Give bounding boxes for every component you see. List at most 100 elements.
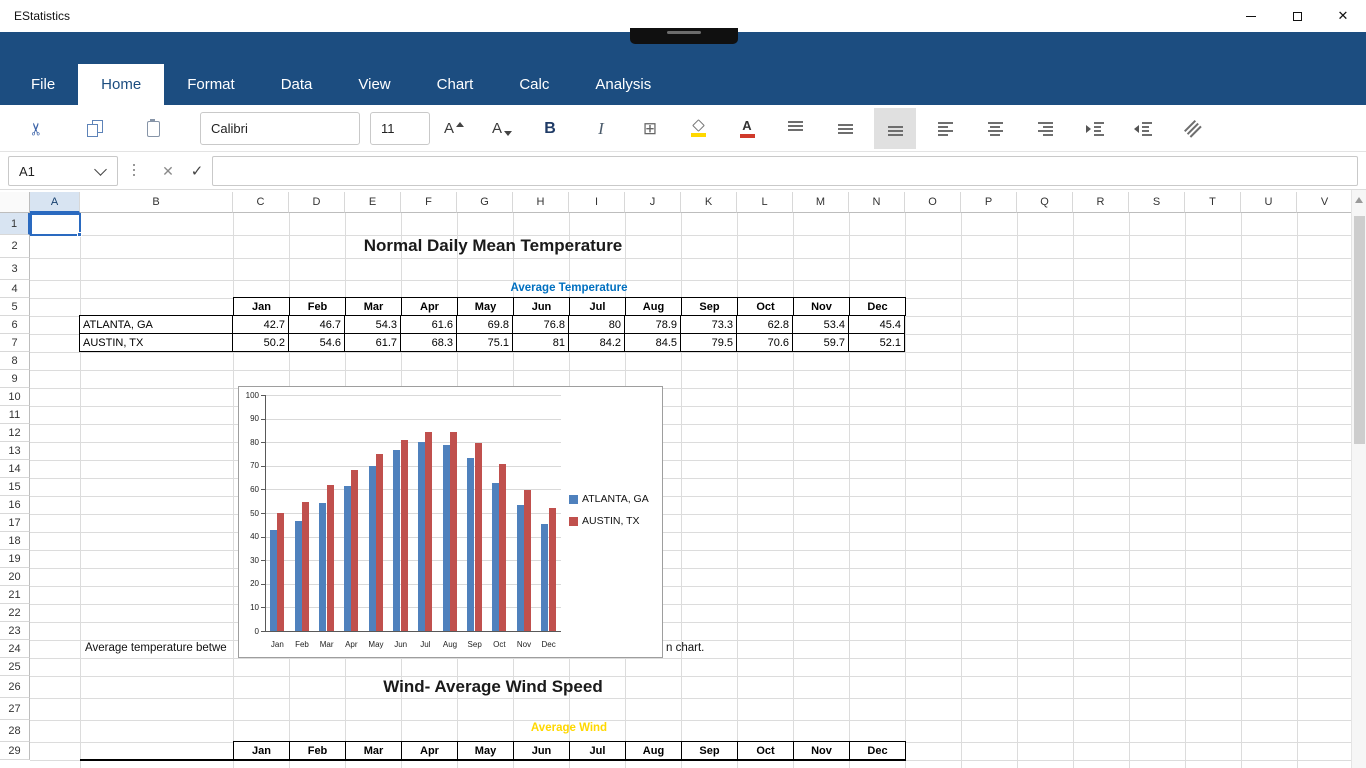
row-header-29[interactable]: 29 bbox=[0, 742, 30, 760]
decrease-font-button[interactable]: A bbox=[481, 108, 523, 149]
formula-input[interactable] bbox=[212, 156, 1358, 186]
month-header-cell[interactable]: Apr bbox=[401, 741, 458, 760]
align-center-button[interactable] bbox=[974, 108, 1016, 149]
text-orientation-button[interactable] bbox=[1171, 108, 1213, 149]
increase-font-button[interactable]: A bbox=[433, 108, 475, 149]
month-header-cell[interactable]: May bbox=[457, 741, 514, 760]
borders-button[interactable]: ⊞ bbox=[629, 108, 671, 149]
menu-tab-analysis[interactable]: Analysis bbox=[572, 64, 674, 105]
minimize-button[interactable] bbox=[1228, 0, 1274, 32]
month-header-cell[interactable]: Nov bbox=[793, 741, 850, 760]
row-header-10[interactable]: 10 bbox=[0, 388, 30, 406]
close-button[interactable]: ✕ bbox=[1320, 0, 1366, 32]
row-header-4[interactable]: 4 bbox=[0, 280, 30, 298]
month-header-cell[interactable]: Jul bbox=[569, 741, 626, 760]
month-header-cell[interactable]: Jun bbox=[513, 741, 570, 760]
month-header-cell[interactable]: Jan bbox=[233, 741, 290, 760]
column-header-U[interactable]: U bbox=[1241, 192, 1297, 213]
table-cell[interactable]: 46.7 bbox=[288, 315, 345, 334]
table-cell[interactable]: 45.4 bbox=[848, 315, 905, 334]
month-header-cell[interactable]: Jan bbox=[233, 297, 290, 316]
row-header-14[interactable]: 14 bbox=[0, 460, 30, 478]
month-header-cell[interactable]: Feb bbox=[289, 741, 346, 760]
row-header-15[interactable]: 15 bbox=[0, 478, 30, 496]
menu-tab-chart[interactable]: Chart bbox=[414, 64, 497, 105]
row-header-11[interactable]: 11 bbox=[0, 406, 30, 424]
month-header-cell[interactable]: Sep bbox=[681, 297, 738, 316]
cancel-button[interactable]: ✕ bbox=[155, 156, 181, 186]
align-top-button[interactable] bbox=[774, 108, 816, 149]
row-header-7[interactable]: 7 bbox=[0, 334, 30, 352]
row-header-12[interactable]: 12 bbox=[0, 424, 30, 442]
temperature-bar-chart[interactable]: 0 10 20 30 40 50 60 70 80 90 100 Jan Feb Mar Apr May Jun… bbox=[238, 386, 663, 658]
column-header-E[interactable]: E bbox=[345, 192, 401, 213]
month-header-cell[interactable]: Oct bbox=[737, 297, 794, 316]
row-header-5[interactable]: 5 bbox=[0, 298, 30, 316]
month-header-cell[interactable]: Dec bbox=[849, 297, 906, 316]
menu-tab-file[interactable]: File bbox=[8, 64, 78, 105]
column-header-N[interactable]: N bbox=[849, 192, 905, 213]
row-header-24[interactable]: 24 bbox=[0, 640, 30, 658]
row-header-17[interactable]: 17 bbox=[0, 514, 30, 532]
table-row-label[interactable]: ATLANTA, GA bbox=[79, 315, 233, 334]
column-header-D[interactable]: D bbox=[289, 192, 345, 213]
table-cell[interactable]: 84.2 bbox=[568, 333, 625, 352]
table-cell[interactable]: 79.5 bbox=[680, 333, 737, 352]
menu-tab-home[interactable]: Home bbox=[78, 64, 165, 105]
month-header-cell[interactable]: Aug bbox=[625, 297, 682, 316]
copy-button[interactable] bbox=[74, 108, 116, 149]
column-header-V[interactable]: V bbox=[1297, 192, 1353, 213]
column-header-G[interactable]: G bbox=[457, 192, 513, 213]
menu-tab-view[interactable]: View bbox=[335, 64, 413, 105]
menu-tab-calc[interactable]: Calc bbox=[496, 64, 572, 105]
table-cell[interactable]: 42.7 bbox=[232, 315, 289, 334]
table-cell[interactable]: 84.5 bbox=[624, 333, 681, 352]
row-header-22[interactable]: 22 bbox=[0, 604, 30, 622]
column-header-A[interactable]: A bbox=[30, 192, 80, 213]
column-header-R[interactable]: R bbox=[1073, 192, 1129, 213]
table-cell[interactable]: 81 bbox=[512, 333, 569, 352]
select-all-corner[interactable] bbox=[0, 192, 30, 213]
table-cell[interactable]: 61.7 bbox=[344, 333, 401, 352]
table-cell[interactable]: 59.7 bbox=[792, 333, 849, 352]
italic-button[interactable]: I bbox=[580, 108, 622, 149]
row-header-26[interactable]: 26 bbox=[0, 676, 30, 698]
table-cell[interactable]: 78.9 bbox=[624, 315, 681, 334]
column-header-S[interactable]: S bbox=[1129, 192, 1185, 213]
column-header-Q[interactable]: Q bbox=[1017, 192, 1073, 213]
table-cell[interactable]: 69.8 bbox=[456, 315, 513, 334]
column-header-T[interactable]: T bbox=[1185, 192, 1241, 213]
table-cell[interactable]: 61.6 bbox=[400, 315, 457, 334]
row-header-16[interactable]: 16 bbox=[0, 496, 30, 514]
maximize-button[interactable] bbox=[1274, 0, 1320, 32]
column-header-P[interactable]: P bbox=[961, 192, 1017, 213]
table-cell[interactable]: 54.3 bbox=[344, 315, 401, 334]
decrease-indent-button[interactable] bbox=[1122, 108, 1164, 149]
align-bottom-button[interactable] bbox=[874, 108, 916, 149]
row-header-8[interactable]: 8 bbox=[0, 352, 30, 370]
row-header-6[interactable]: 6 bbox=[0, 316, 30, 334]
column-header-I[interactable]: I bbox=[569, 192, 625, 213]
row-header-19[interactable]: 19 bbox=[0, 550, 30, 568]
row-header-27[interactable]: 27 bbox=[0, 698, 30, 720]
align-left-button[interactable] bbox=[924, 108, 966, 149]
legend-item[interactable]: ATLANTA, GA bbox=[569, 493, 649, 505]
column-header-B[interactable]: B bbox=[80, 192, 233, 213]
row-header-28[interactable]: 28 bbox=[0, 720, 30, 742]
fill-handle[interactable] bbox=[77, 232, 82, 237]
row-header-13[interactable]: 13 bbox=[0, 442, 30, 460]
month-header-cell[interactable]: Aug bbox=[625, 741, 682, 760]
row-header-23[interactable]: 23 bbox=[0, 622, 30, 640]
row-header-20[interactable]: 20 bbox=[0, 568, 30, 586]
month-header-cell[interactable]: Jul bbox=[569, 297, 626, 316]
month-header-cell[interactable]: Dec bbox=[849, 741, 906, 760]
month-header-cell[interactable]: Mar bbox=[345, 297, 402, 316]
table-cell[interactable]: 53.4 bbox=[792, 315, 849, 334]
name-box[interactable]: A1 bbox=[8, 156, 118, 186]
table-cell[interactable]: 68.3 bbox=[400, 333, 457, 352]
month-header-cell[interactable]: May bbox=[457, 297, 514, 316]
align-right-button[interactable] bbox=[1024, 108, 1066, 149]
enter-button[interactable]: ✓ bbox=[184, 156, 210, 186]
column-header-M[interactable]: M bbox=[793, 192, 849, 213]
font-name-select[interactable]: Calibri bbox=[200, 112, 360, 145]
